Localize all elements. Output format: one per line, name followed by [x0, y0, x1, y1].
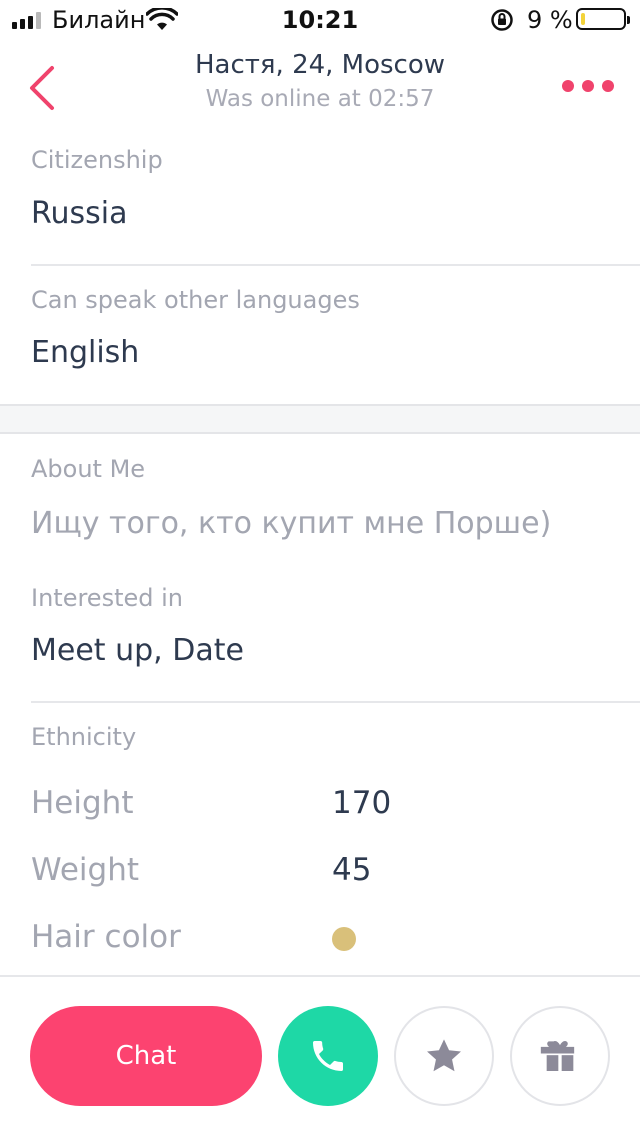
interested-in-value: Meet up, Date [31, 633, 244, 668]
languages-value: English [31, 335, 140, 370]
citizenship-label: Citizenship [31, 146, 163, 174]
battery-percent: 9 % [527, 6, 573, 34]
section-separator [0, 404, 640, 434]
profile-title: Настя, 24, Moscow [194, 50, 446, 80]
phone-icon [313, 1041, 343, 1071]
divider [31, 264, 640, 266]
about-me-text: Ищу того, кто купит мне Порше) [31, 506, 552, 541]
last-online-status: Was online at 02:57 [205, 86, 435, 112]
action-bar-divider [0, 975, 640, 977]
profile-screen: Билайн 10:21 9 % Настя, 24, Moscow Was o… [0, 0, 640, 1136]
weight-value: 45 [332, 852, 372, 888]
citizenship-value: Russia [31, 196, 128, 231]
battery-fill [581, 13, 585, 25]
call-button[interactable] [278, 1006, 378, 1106]
about-me-label: About Me [31, 455, 146, 483]
star-icon [427, 1039, 461, 1072]
height-value: 170 [332, 785, 392, 821]
hair-color-swatch [332, 927, 356, 951]
favorite-button[interactable] [394, 1006, 494, 1106]
more-dots-icon[interactable] [558, 76, 618, 96]
weight-label: Weight [31, 852, 140, 888]
ethnicity-label: Ethnicity [31, 723, 137, 751]
battery-icon [576, 8, 630, 30]
nav-header: Настя, 24, Moscow Was online at 02:57 [0, 40, 640, 130]
languages-label: Can speak other languages [31, 286, 360, 314]
chat-button[interactable]: Chat [30, 1006, 262, 1106]
divider [31, 701, 640, 703]
hair-color-label: Hair color [31, 919, 181, 955]
gift-button[interactable] [510, 1006, 610, 1106]
rotation-lock-icon [491, 9, 513, 31]
height-label: Height [31, 785, 134, 821]
status-bar: Билайн 10:21 9 % [0, 0, 640, 40]
interested-in-label: Interested in [31, 584, 183, 612]
gift-icon [540, 1041, 575, 1071]
